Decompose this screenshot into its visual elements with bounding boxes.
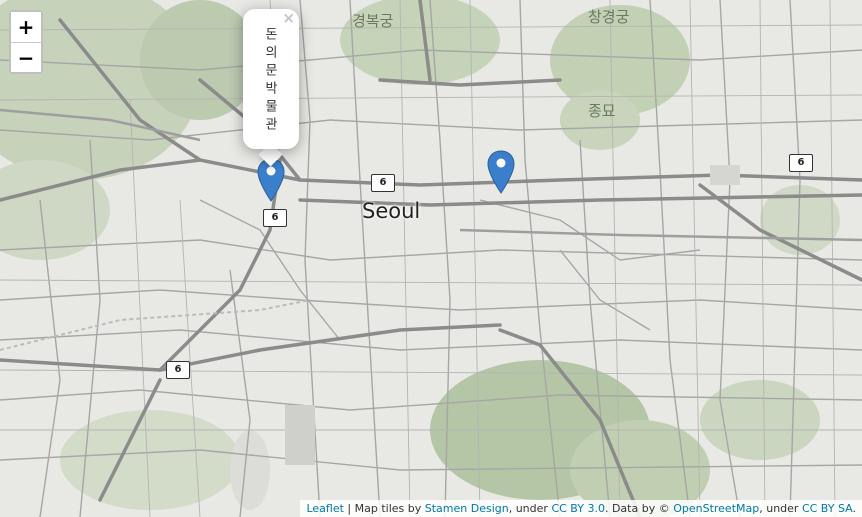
route-shield: 6 xyxy=(789,154,813,172)
stamen-link[interactable]: Stamen Design xyxy=(425,502,509,515)
leaflet-link[interactable]: Leaflet xyxy=(306,502,343,515)
osm-link[interactable]: OpenStreetMap xyxy=(673,502,759,515)
zoom-out-button[interactable]: − xyxy=(11,42,41,72)
attribution-text: | Map tiles by xyxy=(343,502,425,515)
attribution-text: , under xyxy=(508,502,552,515)
zoom-control: + − xyxy=(9,10,43,74)
attribution-text: . xyxy=(852,502,857,515)
shrine-label: 종묘 xyxy=(588,102,616,120)
marker-popup: × 돈의문박물관 xyxy=(243,9,299,149)
zoom-in-button[interactable]: + xyxy=(11,12,41,42)
map[interactable]: 경복궁 창경궁 종묘 Seoul 6 6 6 6 × 돈의문박물관 + − Le… xyxy=(0,0,862,517)
city-label: Seoul xyxy=(362,199,421,223)
map-tiles xyxy=(0,0,862,517)
cc-by-link[interactable]: CC BY 3.0 xyxy=(551,502,605,515)
attribution-text: . Data by © xyxy=(604,502,674,515)
cc-by-sa-link[interactable]: CC BY SA xyxy=(802,502,853,515)
popup-text: 돈의문박물관 xyxy=(262,27,277,135)
map-marker-icon[interactable] xyxy=(487,150,515,194)
route-shield: 6 xyxy=(166,361,190,379)
palace-east-label: 창경궁 xyxy=(588,8,630,26)
popup-close-icon[interactable]: × xyxy=(282,10,295,26)
attribution: Leaflet | Map tiles by Stamen Design, un… xyxy=(300,500,862,517)
attribution-text: , under xyxy=(759,502,802,515)
route-shield: 6 xyxy=(263,209,287,227)
route-shield: 6 xyxy=(371,174,395,192)
palace-north-label: 경복궁 xyxy=(352,12,394,30)
